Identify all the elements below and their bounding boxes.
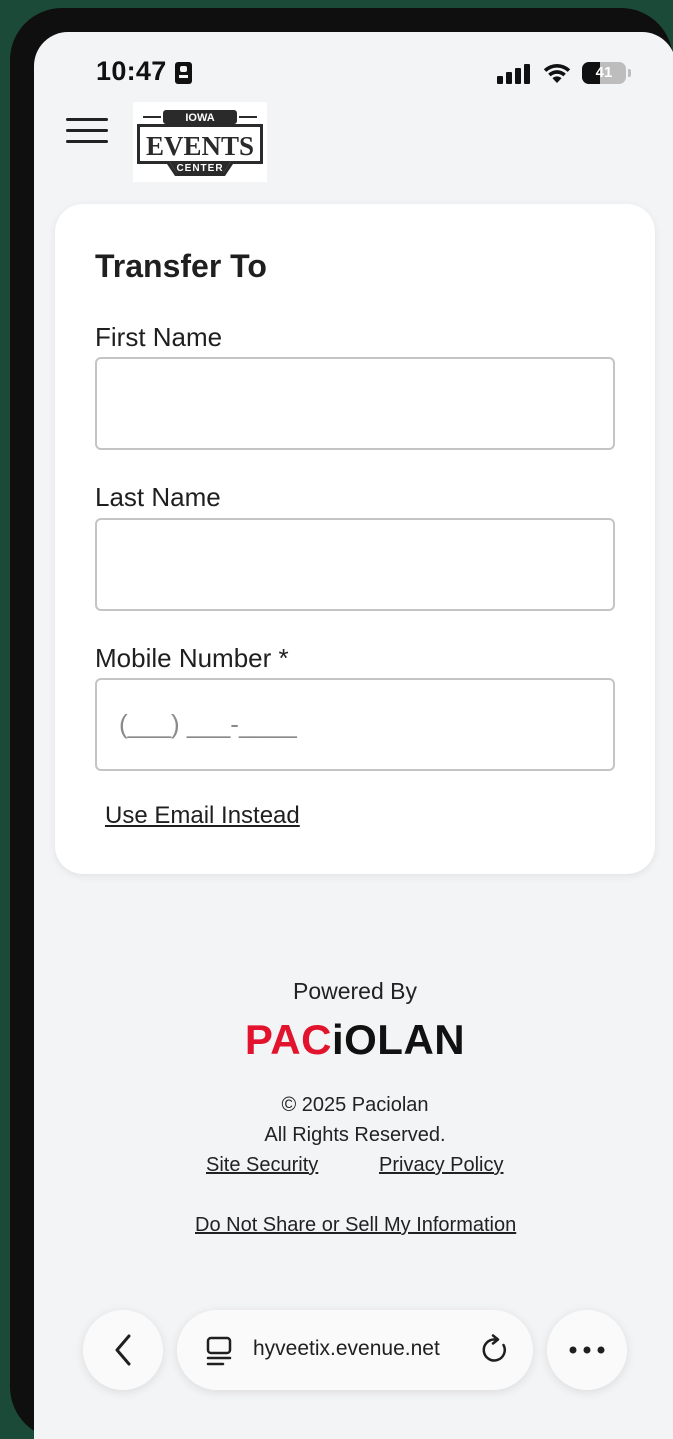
phone-frame: 10:47 41 IOWA EVENTS CENTER Transfer To … (10, 8, 673, 1439)
rights-text: All Rights Reserved. (264, 1124, 446, 1146)
battery-icon: 41 (582, 62, 626, 84)
signal-icon (497, 64, 531, 84)
screen: 10:47 41 IOWA EVENTS CENTER Transfer To … (34, 32, 673, 1439)
logo-main-text: EVENTS (146, 131, 254, 161)
form-title: Transfer To (95, 248, 267, 284)
address-bar[interactable]: hyveetix.evenue.net (177, 1310, 533, 1390)
mobile-number-label: Mobile Number * (95, 643, 289, 673)
brand-red-text: PAC (244, 1016, 332, 1063)
chevron-left-icon (115, 1334, 131, 1366)
do-not-share-link[interactable]: Do Not Share or Sell My Information (195, 1214, 516, 1237)
powered-by-text: Powered By (292, 978, 417, 1004)
wifi-icon (543, 63, 571, 83)
logo-bottom-text: CENTER (176, 163, 223, 174)
paciolan-logo[interactable]: PACiOLAN (34, 1016, 673, 1064)
logo-top-text: IOWA (185, 112, 214, 124)
last-name-label: Last Name (95, 482, 221, 512)
tab-icon (206, 1336, 232, 1366)
last-name-input[interactable] (95, 518, 615, 611)
url-text: hyveetix.evenue.net (253, 1337, 440, 1360)
id-card-icon (175, 62, 192, 84)
site-security-link[interactable]: Site Security (206, 1154, 318, 1177)
copyright-text: © 2025 Paciolan (281, 1094, 429, 1116)
use-email-instead-link[interactable]: Use Email Instead (105, 802, 300, 830)
first-name-label: First Name (95, 322, 223, 352)
iowa-events-center-logo[interactable]: IOWA EVENTS CENTER (133, 102, 267, 182)
first-name-input[interactable] (95, 357, 615, 450)
battery-percent: 41 (595, 64, 613, 81)
copyright-block: © 2025 Paciolan All Rights Reserved. (34, 1090, 673, 1150)
reload-icon[interactable] (479, 1334, 511, 1366)
mobile-number-input[interactable] (95, 678, 615, 771)
brand-dark-text: iOLAN (331, 1016, 466, 1063)
battery-cap (628, 69, 631, 77)
back-button[interactable] (83, 1310, 163, 1390)
hamburger-menu-icon[interactable] (66, 118, 108, 146)
logo-graphic: IOWA EVENTS CENTER (137, 110, 263, 176)
transfer-form-card: Transfer To First Name Last Name Mobile … (55, 204, 655, 874)
more-icon (569, 1346, 605, 1354)
more-options-button[interactable] (547, 1310, 627, 1390)
status-time: 10:47 (96, 56, 167, 86)
privacy-policy-link[interactable]: Privacy Policy (379, 1154, 503, 1177)
